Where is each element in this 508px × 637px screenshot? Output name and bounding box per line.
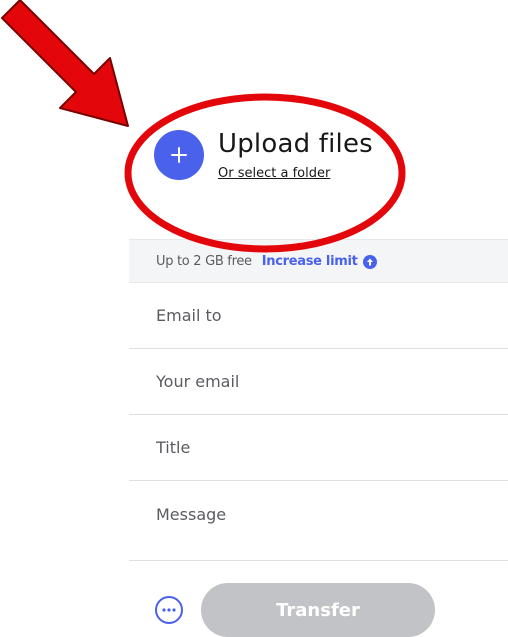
title-input[interactable]	[156, 438, 486, 457]
size-limit-text: Up to 2 GB free	[156, 253, 252, 269]
upload-files-title[interactable]: Upload files	[218, 128, 373, 160]
increase-limit-link[interactable]: Increase limit	[262, 254, 358, 269]
your-email-input[interactable]	[156, 372, 486, 391]
size-limit-bar: Up to 2 GB free Increase limit	[129, 239, 508, 283]
message-input[interactable]	[156, 505, 486, 529]
message-field[interactable]	[129, 481, 508, 561]
more-options-icon	[162, 608, 176, 612]
upload-texts: Upload files Or select a folder	[218, 128, 373, 181]
plus-icon	[171, 146, 187, 163]
select-folder-link[interactable]: Or select a folder	[218, 166, 373, 181]
email-to-input[interactable]	[156, 306, 486, 325]
arrow-up-circle-icon[interactable]	[362, 255, 377, 269]
email-to-field[interactable]	[129, 283, 508, 349]
title-field[interactable]	[129, 415, 508, 481]
more-options-button[interactable]	[155, 596, 183, 624]
add-files-button[interactable]	[154, 129, 204, 180]
transfer-button[interactable]: Transfer	[201, 583, 435, 637]
upload-area[interactable]: Upload files Or select a folder	[154, 128, 373, 181]
page: Upload files Or select a folder Up to 2 …	[0, 0, 508, 637]
your-email-field[interactable]	[129, 349, 508, 415]
annotation-arrow	[1, 0, 129, 127]
